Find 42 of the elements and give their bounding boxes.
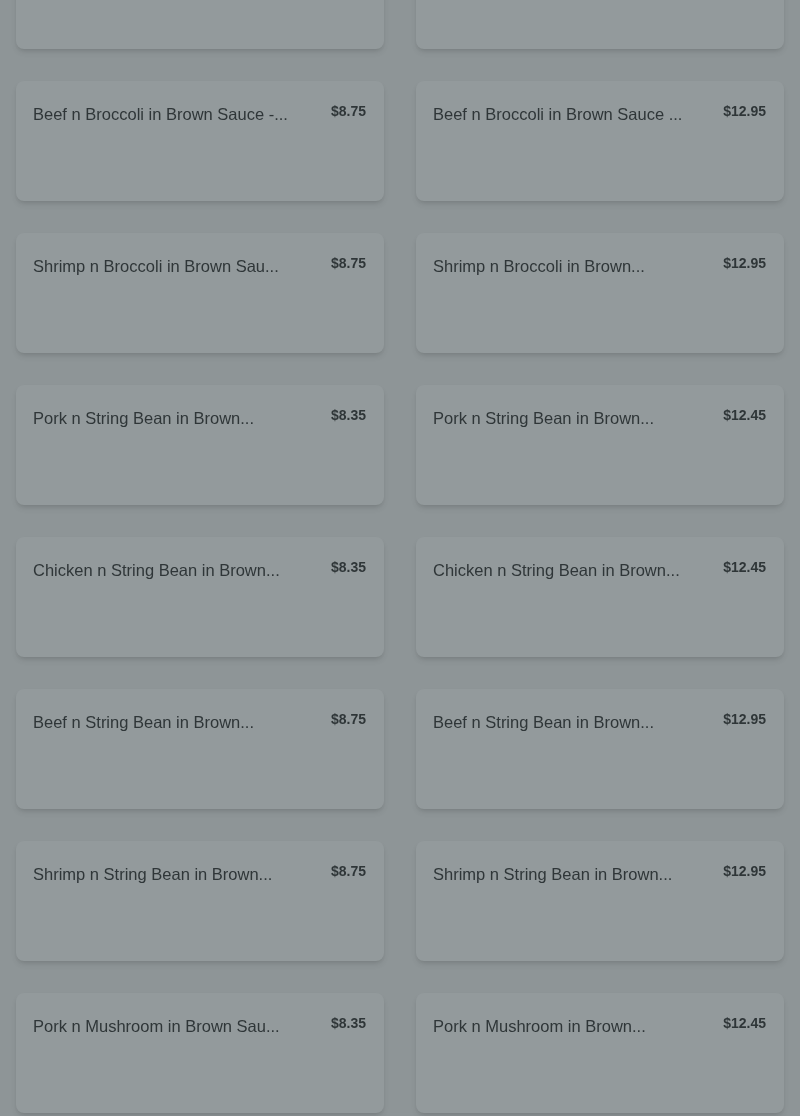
item-price: $12.45 bbox=[723, 406, 766, 425]
item-price: $12.95 bbox=[723, 102, 766, 121]
item-name: Beef n String Bean in Brown... bbox=[33, 712, 255, 733]
item-name: Pork n String Bean in Brown... bbox=[33, 408, 255, 429]
menu-item-card[interactable]: Shrimp n Broccoli in Brown... $12.95 bbox=[416, 233, 784, 353]
item-price: $12.95 bbox=[723, 254, 766, 273]
item-name: Beef n Broccoli in Brown Sauce -... bbox=[33, 104, 288, 125]
item-price: $8.35 bbox=[330, 406, 366, 425]
item-price: $12.45 bbox=[723, 558, 766, 577]
item-name: Shrimp n Broccoli in Brown Sau... bbox=[33, 256, 279, 277]
item-name: Shrimp n Broccoli in Brown... bbox=[433, 256, 645, 277]
menu-item-card[interactable]: Beef n String Bean in Brown... $12.95 bbox=[416, 689, 784, 809]
item-price: $8.35 bbox=[330, 1014, 366, 1033]
menu-item-card[interactable]: Chicken n String Bean in Brown... $8.35 bbox=[16, 537, 384, 657]
item-price: $12.95 bbox=[723, 862, 766, 881]
item-name: Shrimp n String Bean in Brown... bbox=[433, 864, 673, 885]
item-name: Beef n Broccoli in Brown Sauce ... bbox=[433, 104, 683, 125]
menu-item-card[interactable]: Pork n String Bean in Brown... $8.35 bbox=[16, 385, 384, 505]
menu-item-card[interactable]: Beef n Broccoli in Brown Sauce ... $12.95 bbox=[416, 81, 784, 201]
item-price: $12.45 bbox=[723, 1014, 766, 1033]
item-price: $8.75 bbox=[330, 254, 366, 273]
menu-item-card[interactable]: Pork n Mushroom in Brown... $12.45 bbox=[416, 993, 784, 1113]
item-price: $8.35 bbox=[330, 558, 366, 577]
item-name: Beef n String Bean in Brown... bbox=[433, 712, 655, 733]
item-price: $8.75 bbox=[330, 102, 366, 121]
item-name: Chicken n String Bean in Brown... bbox=[433, 560, 680, 581]
menu-item-card[interactable]: Beef n String Bean in Brown... $8.75 bbox=[16, 689, 384, 809]
item-name: Pork n Mushroom in Brown... bbox=[433, 1016, 646, 1037]
menu-item-card[interactable]: Shrimp n String Bean in Brown... $8.75 bbox=[16, 841, 384, 961]
item-name: Pork n String Bean in Brown... bbox=[433, 408, 655, 429]
item-name: Chicken n String Bean in Brown... bbox=[33, 560, 280, 581]
item-name: Pork n Mushroom in Brown Sau... bbox=[33, 1016, 280, 1037]
item-price: $8.75 bbox=[330, 862, 366, 881]
menu-item-card[interactable]: Pork n Mushroom in Brown Sau... $8.35 bbox=[16, 993, 384, 1113]
item-name: Shrimp n String Bean in Brown... bbox=[33, 864, 273, 885]
menu-item-card[interactable]: Chicken n String Bean in Brown... $12.45 bbox=[416, 537, 784, 657]
item-price: $12.95 bbox=[723, 710, 766, 729]
item-price: $8.75 bbox=[330, 710, 366, 729]
menu-item-card[interactable]: Shrimp n Broccoli in Brown Sau... $8.75 bbox=[16, 233, 384, 353]
menu-item-card[interactable]: Beef n Broccoli in Brown Sauce -... $8.75 bbox=[16, 81, 384, 201]
menu-item-card[interactable]: Pork n String Bean in Brown... $12.45 bbox=[416, 385, 784, 505]
menu-item-card[interactable]: Shrimp n String Bean in Brown... $12.95 bbox=[416, 841, 784, 961]
